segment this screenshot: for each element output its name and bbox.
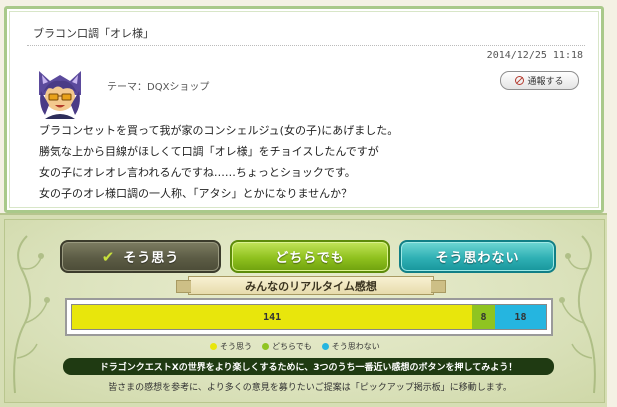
legend-item-agree: そう思う (210, 341, 252, 352)
vote-panel-inner: ✔ そう思う どちらでも そう思わない みんなのリアルタイム感想 141 8 1… (4, 219, 605, 403)
title-divider (27, 45, 585, 46)
post-title: ブラコン口調「オレ様」 (33, 27, 154, 40)
result-segment-agree: 141 (72, 305, 473, 329)
results-ribbon-title: みんなのリアルタイム感想 (245, 279, 377, 293)
legend-dot-icon (210, 343, 217, 350)
results-bar: 141 8 18 (71, 304, 547, 330)
result-segment-disagree: 18 (494, 305, 546, 329)
legend-dot-icon (321, 343, 329, 350)
instruction-banner-text: ドラゴンクエストⅩの世界をより楽しくするために、3つのうち一番近い感想のボタンを… (99, 363, 518, 373)
legend-item-either: どちらでも (262, 341, 312, 352)
legend-label-disagree: そう思わない (331, 342, 380, 351)
vine-ornament-right (559, 235, 596, 394)
legend-label-either: どちらでも (272, 342, 312, 351)
no-entry-icon (515, 76, 525, 85)
either-button-label: どちらでも (275, 251, 345, 266)
post-body-line: ブラコンセットを買って我が家のコンシェルジュ(女の子)にあげました。 (39, 124, 399, 137)
results-legend: そう思う どちらでも そう思わない (210, 341, 380, 352)
avatar[interactable] (33, 65, 87, 119)
report-button[interactable]: 通報する (500, 71, 579, 90)
result-count-agree: 141 (263, 311, 282, 323)
either-button[interactable]: どちらでも (230, 240, 390, 273)
report-button-label: 通報する (527, 77, 564, 87)
post-body: ブラコンセットを買って我が家のコンシェルジュ(女の子)にあげました。 勝気な上か… (39, 120, 398, 204)
vote-panel: ✔ そう思う どちらでも そう思わない みんなのリアルタイム感想 141 8 1… (0, 213, 607, 407)
agree-button-label: そう思う (123, 251, 180, 266)
legend-dot-icon (262, 343, 269, 350)
vine-ornament-left (13, 235, 50, 394)
result-segment-either: 8 (472, 305, 495, 329)
disagree-button[interactable]: そう思わない (399, 240, 556, 273)
post-body-line: 女の子にオレオレ言われるんですね……ちょっとショックです。 (39, 166, 356, 179)
check-icon: ✔ (101, 247, 116, 266)
results-bar-frame: 141 8 18 (65, 298, 553, 336)
post-theme: テーマ：DQXショップ (107, 82, 210, 93)
footnote: 皆さまの感想を参考に、より多くの意見を募りたいご提案は「ピックアップ掲示板」に移… (108, 383, 512, 393)
avatar-image (33, 65, 87, 119)
post-body-line: 女の子のオレ様口調の一人称、「アタシ」とかになりませんか？ (39, 187, 353, 200)
post-timestamp: 2014/12/25 11:18 (486, 50, 583, 61)
post-card: ブラコン口調「オレ様」 2014/12/25 11:18 テーマ：DQXショップ… (4, 6, 604, 213)
disagree-button-label: そう思わない (435, 251, 520, 266)
post-body-line: 勝気な上から目線がほしくて口調「オレ様」をチョイスしたんですが (39, 145, 379, 158)
results-ribbon: みんなのリアルタイム感想 (176, 276, 446, 295)
post-page: ブラコン口調「オレ様」 2014/12/25 11:18 テーマ：DQXショップ… (0, 0, 617, 407)
agree-button[interactable]: ✔ そう思う (60, 240, 221, 273)
legend-label-agree: そう思う (220, 342, 252, 351)
result-count-disagree: 18 (514, 311, 527, 323)
instruction-banner: ドラゴンクエストⅩの世界をより楽しくするために、3つのうち一番近い感想のボタンを… (63, 358, 554, 375)
result-count-either: 8 (480, 311, 487, 323)
legend-item-disagree: そう思わない (321, 341, 380, 352)
